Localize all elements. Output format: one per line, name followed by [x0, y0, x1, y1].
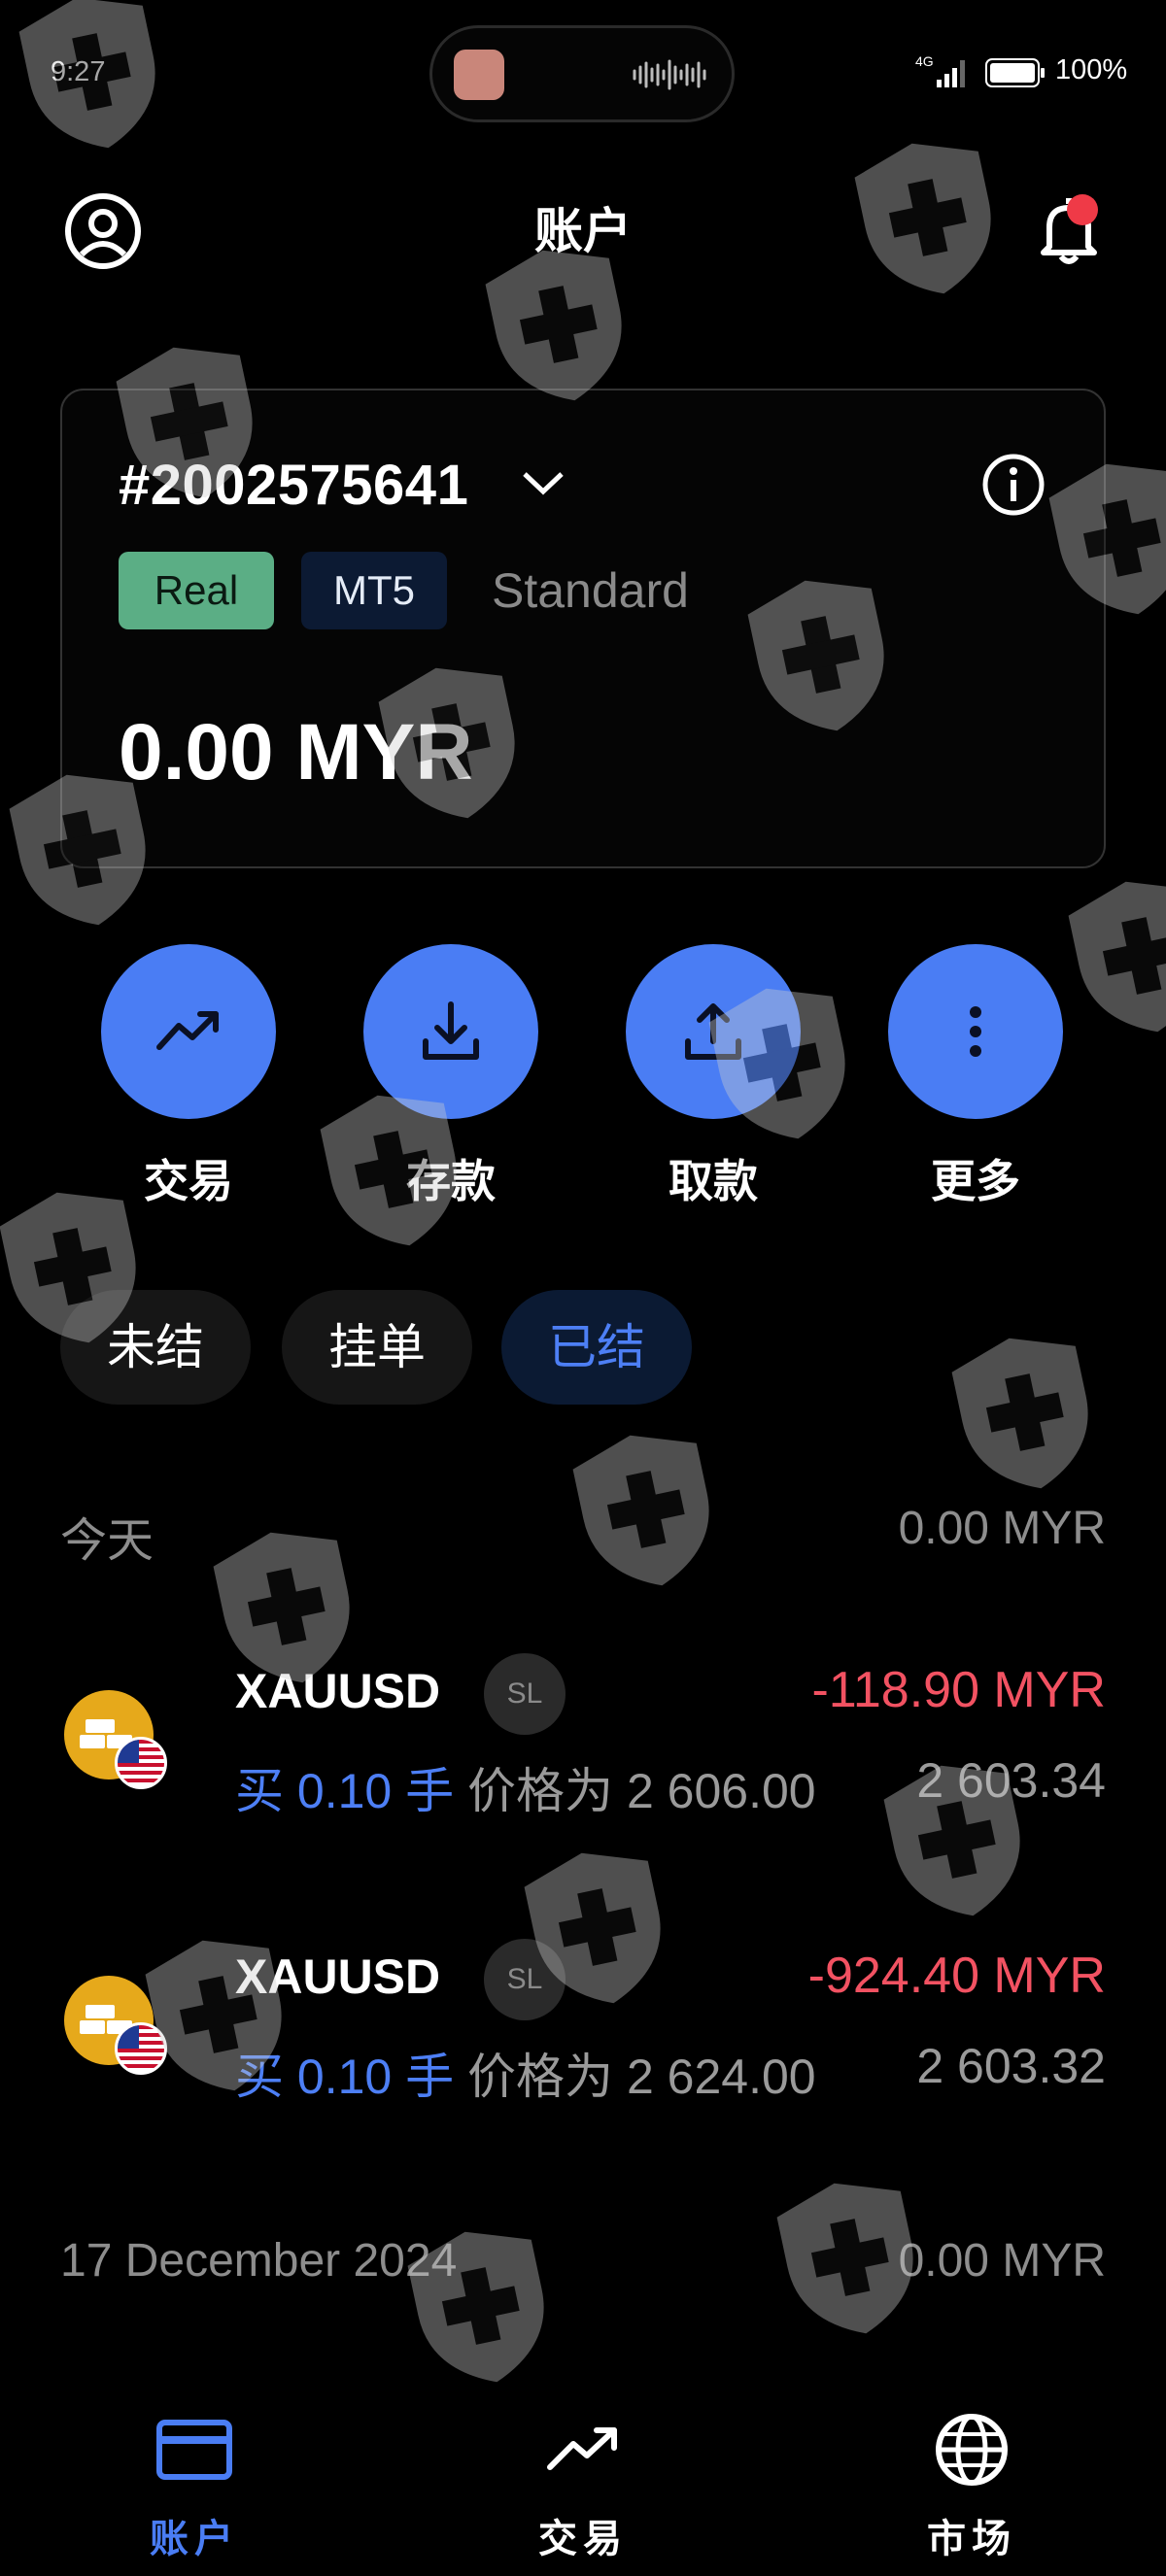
open-price: 2 606.00	[626, 1764, 816, 1818]
account-number[interactable]: #2002575641	[119, 453, 468, 518]
shield-watermark-icon	[1068, 881, 1166, 1033]
platform-badge: MT5	[301, 552, 447, 629]
account-type-badge: Real	[119, 552, 274, 629]
day-total: 0.00 MYR	[898, 2235, 1106, 2287]
account-balance: 0.00 MYR	[119, 708, 473, 797]
trade-row[interactable]: XAUUSD SL -924.40 MYR 买 0.10 手 价格为 2 624…	[0, 1900, 1166, 2104]
nav-label: 市场	[927, 2518, 1016, 2560]
trade-symbol: XAUUSD	[235, 1664, 441, 1718]
withdraw-action-button[interactable]: 取款	[626, 944, 801, 1210]
more-action-button[interactable]: 更多	[888, 944, 1063, 1210]
day-label: 17 December 2024	[60, 2235, 458, 2287]
day-total: 0.00 MYR	[898, 1503, 1106, 1554]
download-icon	[423, 1001, 479, 1060]
action-label: 存款	[406, 1156, 496, 1206]
nav-trade[interactable]: 交易	[486, 2409, 680, 2563]
trade-side: 买	[235, 2050, 284, 2104]
info-icon[interactable]	[981, 453, 1046, 517]
globe-icon	[936, 2414, 1008, 2486]
trade-row[interactable]: XAUUSD SL -118.90 MYR 买 0.10 手 价格为 2 606…	[0, 1614, 1166, 1818]
notification-dot	[1067, 194, 1098, 225]
trend-up-icon	[547, 2427, 617, 2470]
trade-unit: 手	[405, 2050, 455, 2104]
open-price: 2 624.00	[626, 2050, 816, 2104]
dynamic-island[interactable]	[429, 25, 735, 122]
trade-action-button[interactable]: 交易	[101, 944, 276, 1210]
us-flag-icon	[115, 2022, 167, 2075]
price-label: 价格为	[467, 1764, 614, 1818]
chevron-down-icon[interactable]	[519, 462, 567, 505]
tab-open-positions[interactable]: 未结	[60, 1290, 251, 1405]
day-label: 今天	[60, 1515, 154, 1567]
close-price: 2 603.34	[916, 1753, 1106, 1808]
trade-pnl: -118.90 MYR	[811, 1662, 1106, 1718]
action-label: 更多	[931, 1156, 1020, 1206]
action-label: 取款	[669, 1156, 758, 1206]
nav-label: 账户	[150, 2518, 239, 2560]
trade-detail: 买 0.10 手 价格为 2 606.00	[235, 1752, 816, 1822]
nav-market[interactable]: 市场	[874, 2409, 1069, 2563]
price-label: 价格为	[467, 2050, 614, 2104]
trade-unit: 手	[405, 1764, 455, 1818]
nav-label: 交易	[538, 2518, 628, 2560]
close-price: 2 603.32	[916, 2039, 1106, 2093]
nav-account[interactable]: 账户	[97, 2409, 292, 2563]
audio-wave-icon	[633, 59, 706, 90]
status-indicators: 4G 100%	[915, 52, 1149, 95]
trade-volume: 0.10	[296, 2050, 393, 2104]
action-label: 交易	[144, 1156, 233, 1206]
trade-symbol: XAUUSD	[235, 1949, 441, 2004]
tab-closed-positions[interactable]: 已结	[501, 1290, 692, 1405]
deposit-action-button[interactable]: 存款	[363, 944, 538, 1210]
trade-detail: 买 0.10 手 价格为 2 624.00	[235, 2038, 816, 2108]
battery-icon	[985, 58, 1045, 87]
plan-label: Standard	[492, 563, 689, 618]
stop-loss-badge: SL	[484, 1939, 566, 2020]
card-icon	[156, 2420, 232, 2480]
trade-pnl: -924.40 MYR	[807, 1948, 1106, 2004]
account-card[interactable]: #2002575641 Real MT5 Standard 0.00 MYR	[60, 389, 1106, 868]
watermark-overlay	[0, 0, 1166, 2576]
battery-percent: 100%	[1055, 54, 1128, 85]
shield-watermark-icon	[951, 1338, 1088, 1489]
shield-watermark-icon	[572, 1435, 709, 1586]
status-time: 9:27	[51, 56, 106, 87]
trend-up-icon	[156, 1011, 219, 1050]
island-app-icon	[454, 50, 504, 100]
network-type: 4G	[915, 53, 934, 69]
stop-loss-badge: SL	[484, 1653, 566, 1735]
page-title: 账户	[534, 204, 632, 258]
trade-side: 买	[235, 1764, 284, 1818]
signal-icon	[937, 60, 965, 87]
trade-volume: 0.10	[296, 1764, 393, 1818]
upload-icon	[685, 1003, 741, 1060]
tab-pending-orders[interactable]: 挂单	[282, 1290, 472, 1405]
more-vertical-icon	[970, 1006, 981, 1057]
us-flag-icon	[115, 1737, 167, 1789]
